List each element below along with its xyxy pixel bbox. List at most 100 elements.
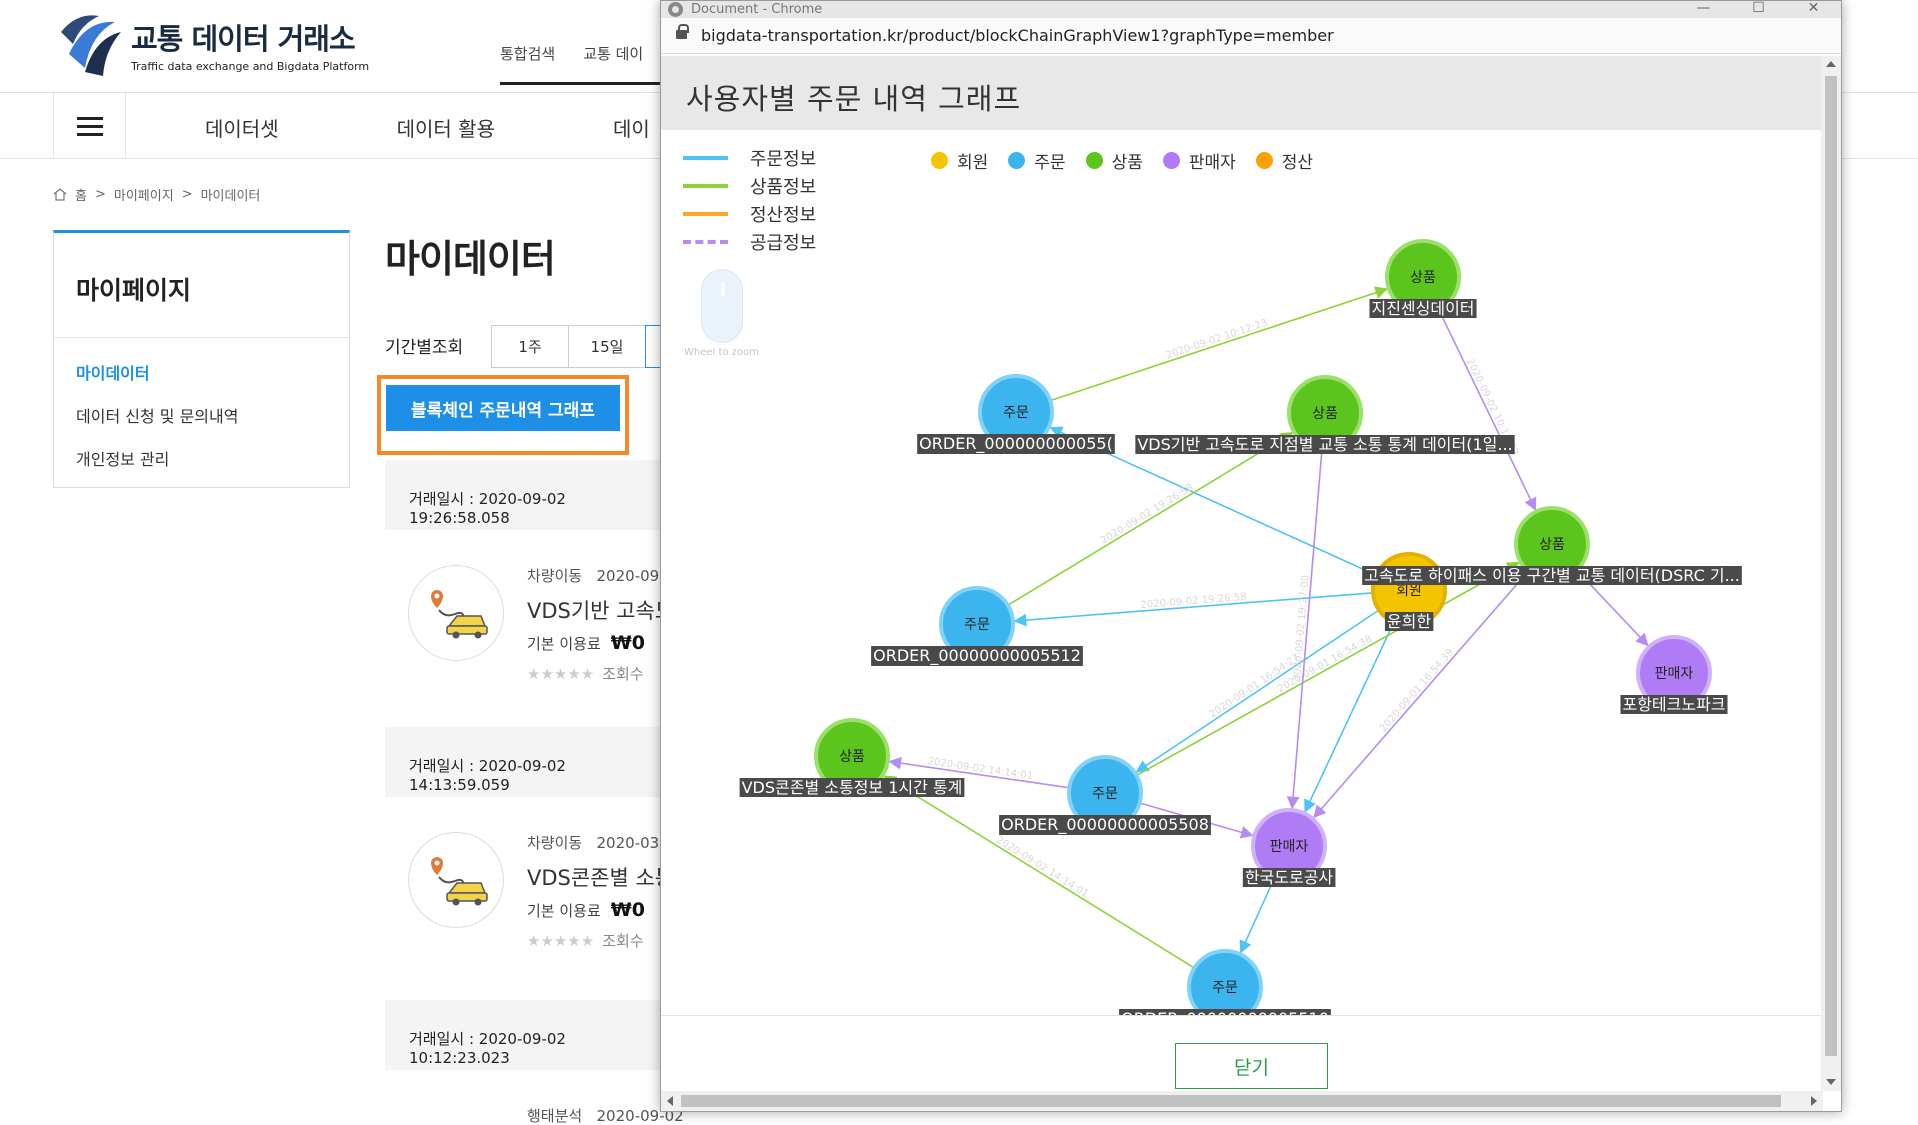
- graph-node-label: 지진센싱데이터: [1371, 299, 1474, 318]
- address-bar[interactable]: bigdata-transportation.kr/product/blockC…: [661, 18, 1841, 54]
- scroll-right-arrow-icon[interactable]: [1811, 1096, 1817, 1106]
- zoom-hint: Wheel to zoom: [679, 269, 764, 358]
- graph-node-type: 판매자: [1655, 666, 1694, 682]
- horizontal-scroll-thumb[interactable]: [681, 1095, 1781, 1107]
- popup-title: 사용자별 주문 내역 그래프: [686, 82, 1022, 116]
- sidebar-item-mydata[interactable]: 마이데이터: [76, 360, 349, 384]
- breadcrumb-mypage[interactable]: 마이페이지: [114, 185, 174, 204]
- transaction-item[interactable]: 차량이동 2020-03 VDS콘존별 소통 기본 이용료 ₩0 ★★★★★ 조회수: [385, 812, 674, 1012]
- legend-dot: [1085, 152, 1103, 169]
- graph-node-type: 주문: [1212, 980, 1238, 996]
- horizontal-scrollbar[interactable]: [661, 1091, 1823, 1111]
- legend-swatch: [683, 184, 728, 188]
- top-link-traffic[interactable]: 교통 데이: [583, 43, 643, 64]
- graph-node-label: ORDER_00000000005512: [873, 646, 1081, 666]
- graph-node-label: 고속도로 하이패스 이용 구간별 교통 데이터(DSRC 기...: [1364, 566, 1740, 585]
- period-button-15days[interactable]: 15일: [568, 325, 646, 368]
- graph-node-type: 주문: [1092, 786, 1118, 802]
- legend-dot: [1255, 152, 1273, 169]
- blockchain-graph-button[interactable]: 블록체인 주문내역 그래프: [386, 385, 620, 431]
- transaction-item[interactable]: 차량이동 2020-09 VDS기반 고속도 기본 이용료 ₩0 ★★★★★ 조회수: [385, 545, 674, 745]
- vertical-scrollbar[interactable]: [1821, 56, 1841, 1091]
- vertical-scroll-thumb[interactable]: [1825, 76, 1837, 1056]
- graph-edge-label: 2020-09-02 19:26:58: [1099, 482, 1196, 546]
- graph-node-type: 판매자: [1270, 839, 1309, 855]
- graph-node-label: ORDER_000000000055(: [919, 434, 1113, 454]
- site-logo[interactable]: 교통 데이터 거래소 Traffic data exchange and Big…: [55, 10, 369, 78]
- sidebar-item-profile[interactable]: 개인정보 관리: [76, 446, 349, 470]
- graph-svg[interactable]: 2020-09-02 19:26:582020-09-01 16:54:2720…: [661, 130, 1823, 1015]
- legend-order-info: 주문정보: [683, 144, 816, 172]
- legend-settlement: 정산: [1255, 148, 1313, 173]
- lock-icon: [676, 24, 689, 39]
- close-window-button[interactable]: ✕: [1786, 1, 1841, 18]
- menu-icon[interactable]: [53, 93, 126, 159]
- top-link-underline: [500, 82, 660, 85]
- close-button[interactable]: 닫기: [1175, 1043, 1328, 1089]
- scroll-up-arrow-icon[interactable]: [1826, 61, 1836, 67]
- transaction-product-name[interactable]: VDS기반 고속도: [527, 595, 674, 625]
- graph-canvas[interactable]: 2020-09-02 19:26:58 2020-09-01 16:54:27 20…: [661, 130, 1823, 1015]
- popup-footer: 닫기: [661, 1015, 1823, 1093]
- graph-node-label: VDS콘존별 소통정보 1시간 통계: [742, 778, 963, 797]
- scroll-down-arrow-icon[interactable]: [1826, 1079, 1836, 1085]
- transaction-fee: 기본 이용료 ₩0: [527, 899, 645, 921]
- logo-mark-icon: [61, 15, 121, 76]
- breadcrumb-home[interactable]: 홈: [75, 185, 87, 204]
- rating-stars: ★★★★★ 조회수: [527, 665, 644, 683]
- transaction-date-header: 거래일시 : 2020-09-02 14:13:59.059: [385, 727, 665, 797]
- popup-window: Document - Chrome — ☐ ✕ bigdata-transpor…: [660, 0, 1842, 1112]
- graph-edge-label: 2020-09-01 16:54:39: [1378, 647, 1456, 734]
- transaction-category: 차량이동 2020-03: [527, 834, 660, 852]
- breadcrumb-separator: >: [94, 187, 106, 202]
- scroll-left-arrow-icon[interactable]: [667, 1096, 673, 1106]
- logo-subtitle: Traffic data exchange and Bigdata Platfo…: [131, 59, 370, 73]
- maximize-button[interactable]: ☐: [1731, 1, 1786, 18]
- home-icon[interactable]: [53, 188, 67, 201]
- top-link-search[interactable]: 통합검색: [500, 43, 555, 64]
- legend-supply-info: 공급정보: [683, 228, 816, 256]
- legend-seller: 판매자: [1162, 148, 1236, 173]
- graph-edge-label: 2020-09-02 19:26:58: [1140, 592, 1247, 611]
- zoom-hint-text: Wheel to zoom: [684, 347, 759, 358]
- node-legend: 회원 주문 상품 판매자 정산: [931, 148, 1313, 173]
- period-button-1week[interactable]: 1주: [491, 325, 569, 368]
- graph-node-type: 주문: [1003, 405, 1029, 421]
- graph-node-type: 상품: [1410, 270, 1436, 286]
- legend-swatch: [683, 240, 728, 244]
- graph-nodes: 상품주문 상품회원상품주문판매자상품주문판매자주문지진센싱데이터ORDER_000…: [739, 239, 1742, 1015]
- nav-item-data-usage[interactable]: 데이터 활용: [397, 113, 495, 142]
- transaction-date-header: 거래일시 : 2020-09-02 19:26:58.058: [385, 460, 665, 530]
- legend-settlement-info: 정산정보: [683, 200, 816, 228]
- legend-member: 회원: [931, 148, 988, 173]
- graph-node-label: 윤희한: [1387, 612, 1431, 631]
- graph-node-type: 상품: [1312, 406, 1338, 422]
- minimize-button[interactable]: —: [1676, 1, 1731, 18]
- graph-node[interactable]: 주문: [1187, 949, 1263, 1015]
- sidebar: 마이페이지 마이데이터 데이터 신청 및 문의내역 개인정보 관리: [53, 230, 350, 488]
- graph-node-type: 회원: [1396, 583, 1422, 599]
- sidebar-item-requests[interactable]: 데이터 신청 및 문의내역: [76, 403, 349, 427]
- chrome-icon: [668, 2, 683, 17]
- transaction-category: 차량이동 2020-09: [527, 567, 660, 585]
- popup-title-bar: 사용자별 주문 내역 그래프: [661, 56, 1823, 130]
- legend-order: 주문: [1008, 148, 1066, 173]
- nav-item-data-partial[interactable]: 데이: [613, 113, 650, 142]
- url-text: bigdata-transportation.kr/product/blockC…: [701, 26, 1334, 45]
- transaction-product-name[interactable]: VDS콘존별 소통: [527, 862, 674, 892]
- graph-edge[interactable]: [1239, 878, 1275, 954]
- breadcrumb: 홈 > 마이페이지 > 마이데이터: [53, 185, 260, 204]
- nav-item-dataset[interactable]: 데이터셋: [205, 113, 279, 142]
- sidebar-title: 마이페이지: [54, 233, 349, 338]
- breadcrumb-mydata[interactable]: 마이데이터: [201, 185, 261, 204]
- edge-legend: 주문정보 상품정보 정산정보 공급정보: [683, 144, 816, 256]
- page-title: 마이데이터: [385, 237, 556, 281]
- graph-node-label: ORDER_00000000005508: [1001, 815, 1209, 835]
- graph-edge-label: 2020-09-02 19:27:00: [1292, 575, 1312, 682]
- graph-node-label: 포항테크노파크: [1622, 695, 1725, 714]
- graph-node-type: 상품: [839, 749, 865, 765]
- graph-node-type: 상품: [1539, 537, 1565, 553]
- top-links: 통합검색 교통 데이: [500, 43, 643, 64]
- transaction-fee: 기본 이용료 ₩0: [527, 632, 645, 654]
- window-titlebar[interactable]: Document - Chrome — ☐ ✕: [661, 1, 1841, 18]
